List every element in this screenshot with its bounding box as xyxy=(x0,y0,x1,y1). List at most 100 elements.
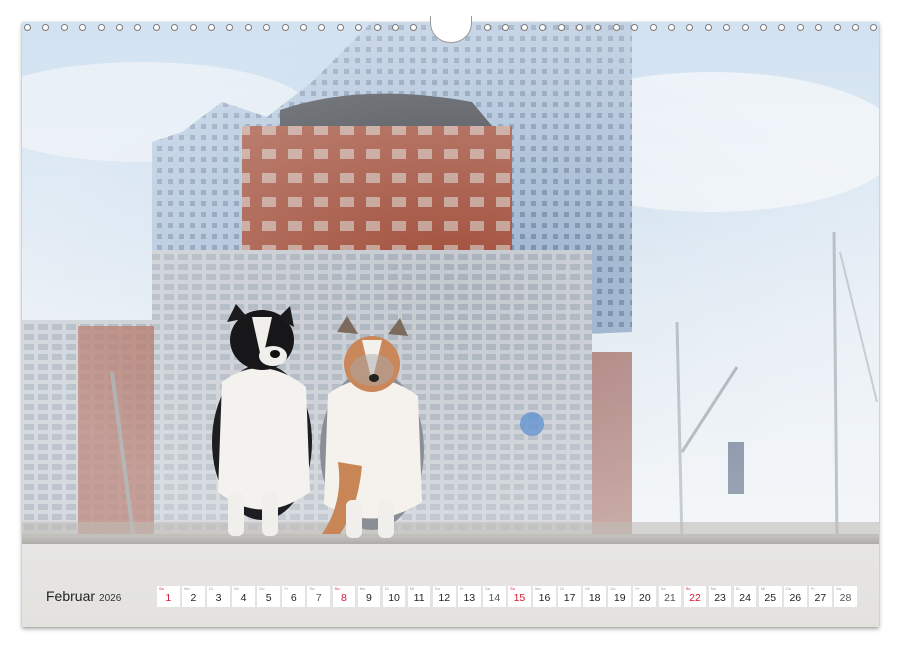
day-weekday: So xyxy=(685,586,691,591)
binding-ring xyxy=(741,24,749,31)
binding-ring xyxy=(539,24,547,31)
day-number: 5 xyxy=(265,592,272,604)
day-weekday: Mo xyxy=(359,586,366,591)
calendar-photo xyxy=(22,22,879,544)
day-number: 10 xyxy=(388,592,400,604)
binding-ring xyxy=(557,24,565,31)
day-weekday: Sa xyxy=(485,586,490,591)
day-cell: Sa 21 xyxy=(658,586,682,607)
binding-ring xyxy=(189,24,197,31)
day-weekday: Sa xyxy=(836,586,842,591)
binding-ring xyxy=(373,24,381,31)
binding-ring xyxy=(668,24,675,31)
day-weekday: Do xyxy=(785,586,792,591)
day-number: 9 xyxy=(366,592,372,604)
day-number: 21 xyxy=(664,592,676,604)
binding-ring xyxy=(686,24,694,31)
day-weekday: Do xyxy=(434,586,440,591)
photo-illustration xyxy=(22,22,879,544)
day-number: 7 xyxy=(315,592,322,604)
day-cell: Mi 25 xyxy=(758,586,782,607)
day-number: 18 xyxy=(588,592,601,604)
day-weekday: Mo xyxy=(535,586,541,591)
day-row: So 1 Mo 2 Di 3 Mi 4 Do 5 Fr 6 Sa 7 So 8 Mo 9 Di 10 Mi 11 Do 12 F… xyxy=(157,586,859,607)
binding-ring xyxy=(208,24,215,31)
binding-ring xyxy=(520,24,528,31)
day-cell: Mo 23 xyxy=(708,586,732,607)
day-number: 8 xyxy=(340,592,347,604)
day-weekday: Mo xyxy=(710,586,717,591)
day-cell: Sa 14 xyxy=(483,586,506,607)
binding-ring xyxy=(704,24,712,31)
day-cell: Mi 11 xyxy=(407,586,431,607)
day-cell: So 1 xyxy=(157,586,180,607)
binding-ring xyxy=(815,24,823,31)
binding-ring xyxy=(152,24,160,31)
day-cell: Do 19 xyxy=(608,586,632,607)
day-weekday: Mo xyxy=(184,586,190,591)
day-weekday: Mi xyxy=(760,586,766,591)
month-name: Februar xyxy=(46,588,96,604)
day-weekday: Di xyxy=(735,586,740,591)
day-cell: So 22 xyxy=(683,586,707,607)
day-number: 16 xyxy=(538,592,551,604)
day-number: 17 xyxy=(563,592,576,604)
day-cell: So 8 xyxy=(332,586,356,607)
calendar-page xyxy=(22,16,879,627)
day-cell: So 15 xyxy=(508,586,531,607)
binding-ring xyxy=(778,24,786,31)
binding-ring xyxy=(502,24,510,31)
day-number: 6 xyxy=(290,592,297,604)
day-number: 23 xyxy=(714,592,726,604)
day-weekday: Mi xyxy=(585,586,590,591)
binding-ring xyxy=(226,24,234,31)
day-cell: Mo 16 xyxy=(533,586,556,607)
day-number: 2 xyxy=(190,592,197,604)
binding-ring xyxy=(796,24,804,31)
day-number: 12 xyxy=(438,592,451,604)
month-label: Februar 2026 xyxy=(46,588,121,610)
day-weekday: So xyxy=(334,586,340,591)
day-number: 20 xyxy=(638,592,651,604)
binding-ring xyxy=(631,24,639,31)
day-number: 26 xyxy=(789,592,802,604)
binding-ring xyxy=(134,24,142,31)
day-weekday: So xyxy=(159,586,164,591)
day-number: 11 xyxy=(413,592,425,604)
month-year: 2026 xyxy=(99,593,122,604)
day-weekday: Fr xyxy=(635,586,640,591)
day-cell: Fr 6 xyxy=(282,586,306,607)
binding-ring xyxy=(97,24,105,31)
binding-ring xyxy=(723,24,731,31)
day-number: 28 xyxy=(839,592,852,604)
binding-ring xyxy=(612,24,620,31)
day-weekday: Sa xyxy=(309,586,315,591)
day-weekday: Di xyxy=(384,586,389,591)
day-cell: Di 24 xyxy=(733,586,757,607)
binding-ring xyxy=(852,24,859,31)
binding-ring xyxy=(649,24,657,31)
binding-ring xyxy=(760,24,767,31)
binding-ring xyxy=(42,24,50,31)
day-cell: Mi 4 xyxy=(232,586,255,607)
day-weekday: Sa xyxy=(660,586,666,591)
binding-ring xyxy=(60,24,68,31)
day-number: 13 xyxy=(463,592,476,604)
binding-ring xyxy=(392,24,399,31)
binding-ring xyxy=(263,24,271,31)
day-number: 1 xyxy=(165,592,172,604)
binding-ring xyxy=(281,24,289,31)
day-cell: Fr 27 xyxy=(809,586,832,607)
day-weekday: So xyxy=(510,586,515,591)
day-number: 19 xyxy=(613,592,626,604)
day-weekday: Do xyxy=(259,586,265,591)
day-weekday: Di xyxy=(560,586,565,591)
day-weekday: Fr xyxy=(811,586,815,591)
day-cell: Di 10 xyxy=(382,586,406,607)
day-cell: Sa 28 xyxy=(834,586,857,607)
day-cell: Mo 2 xyxy=(182,586,205,607)
day-cell: Do 5 xyxy=(257,586,280,607)
day-cell: Mi 18 xyxy=(583,586,607,607)
binding-ring xyxy=(594,24,602,31)
day-weekday: Mi xyxy=(409,586,415,591)
